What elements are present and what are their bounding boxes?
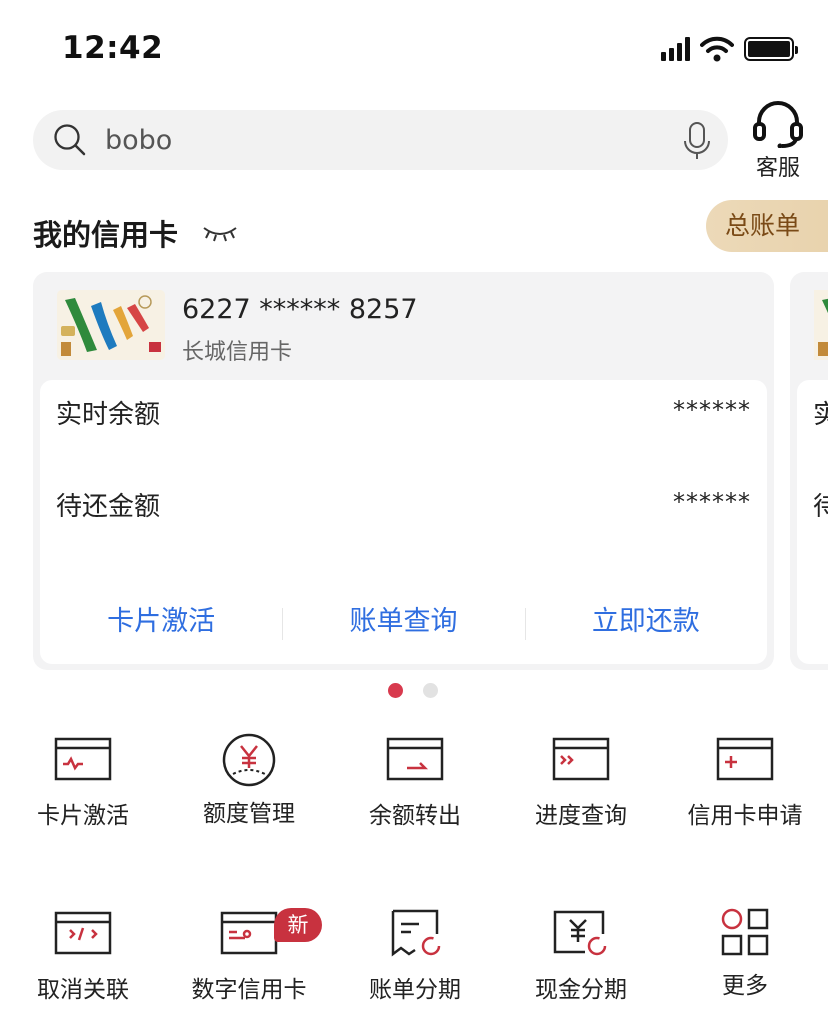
grid-label: 信用卡申请 xyxy=(687,803,803,829)
page-dot[interactable] xyxy=(423,683,438,698)
headset-icon xyxy=(753,101,803,148)
card-pagination xyxy=(388,683,438,698)
balance-value: ****** xyxy=(673,396,751,424)
section-title: 我的信用卡 xyxy=(33,218,179,252)
status-bar: 12:42 xyxy=(0,0,828,96)
search-bar[interactable] xyxy=(33,110,728,170)
more-grid-icon xyxy=(721,908,769,956)
due-amount-value: ****** xyxy=(673,488,751,516)
grid-item-bill-installment[interactable]: 账单分期 xyxy=(332,908,498,1004)
grid-item-more[interactable]: 更多 xyxy=(662,906,828,1000)
card-image xyxy=(57,290,165,360)
grid-label: 卡片激活 xyxy=(37,803,129,829)
balance-label: 实时余额 xyxy=(56,400,161,430)
microphone-icon[interactable] xyxy=(682,121,712,161)
grid-item-credit-limit[interactable]: 额度管理 xyxy=(166,732,332,828)
yuan-circle-icon xyxy=(222,733,276,787)
grid-item-card-activate[interactable]: 卡片激活 xyxy=(0,736,166,830)
grid-label: 更多 xyxy=(722,973,768,999)
grid-label: 账单分期 xyxy=(369,977,461,1003)
activate-card-link[interactable]: 卡片激活 xyxy=(40,594,282,664)
card-details: 实时余额 ****** 待还金额 ****** 卡片激活 账单查询 立即还款 xyxy=(40,380,767,664)
card-name: 长城信用卡 xyxy=(182,340,293,365)
grid-item-progress-query[interactable]: 进度查询 xyxy=(498,736,664,830)
grid-label: 进度查询 xyxy=(535,803,627,829)
eye-closed-icon[interactable] xyxy=(202,222,238,242)
grid-label: 现金分期 xyxy=(535,977,627,1003)
card-number: 6227 ****** 8257 xyxy=(182,294,418,325)
due-amount-label: 待还金额 xyxy=(56,492,161,522)
grid-item-cash-installment[interactable]: 现金分期 xyxy=(498,908,664,1004)
search-icon xyxy=(54,124,86,156)
bill-query-link[interactable]: 账单查询 xyxy=(282,594,524,664)
next-card-due-label: 待 xyxy=(813,492,828,522)
customer-service-button[interactable]: 客服 xyxy=(748,100,808,182)
card-apply-icon xyxy=(716,737,774,781)
repay-now-link[interactable]: 立即还款 xyxy=(524,594,767,664)
grid-label: 额度管理 xyxy=(203,801,295,827)
grid-item-card-apply[interactable]: 信用卡申请 xyxy=(662,736,828,830)
total-bill-button[interactable]: 总账单 xyxy=(706,200,828,252)
grid-item-unlink[interactable]: 取消关联 xyxy=(0,910,166,1004)
new-badge: 新 xyxy=(274,908,322,942)
battery-icon xyxy=(744,37,798,61)
grid-item-digital-card[interactable]: 新 数字信用卡 xyxy=(166,908,332,1004)
card-unlink-icon xyxy=(54,911,112,955)
grid-label: 取消关联 xyxy=(37,977,129,1003)
card-actions: 卡片激活 账单查询 立即还款 xyxy=(40,594,767,664)
next-card-balance-label: 实 xyxy=(813,400,828,430)
signal-icon xyxy=(661,37,690,61)
card-art-icon xyxy=(814,290,828,360)
page-dot-active[interactable] xyxy=(388,683,403,698)
bill-installment-icon xyxy=(391,909,441,957)
customer-service-label: 客服 xyxy=(755,156,800,181)
card-transfer-icon xyxy=(386,737,444,781)
next-card-peek[interactable]: 实 待 xyxy=(790,272,828,670)
search-input[interactable] xyxy=(105,120,665,160)
card-progress-icon xyxy=(552,737,610,781)
grid-label: 数字信用卡 xyxy=(191,977,307,1003)
credit-card-panel[interactable]: 6227 ****** 8257 长城信用卡 实时余额 ****** 待还金额 … xyxy=(33,272,774,670)
cash-installment-icon xyxy=(553,910,607,956)
grid-label: 余额转出 xyxy=(369,803,461,829)
status-icons xyxy=(661,36,798,62)
digital-card-icon xyxy=(220,911,278,955)
card-art-icon xyxy=(57,290,165,360)
grid-item-balance-transfer[interactable]: 余额转出 xyxy=(332,736,498,830)
next-card-details: 实 待 xyxy=(797,380,828,664)
wifi-icon xyxy=(700,36,734,62)
card-activate-icon xyxy=(54,737,112,781)
status-time: 12:42 xyxy=(62,30,164,66)
